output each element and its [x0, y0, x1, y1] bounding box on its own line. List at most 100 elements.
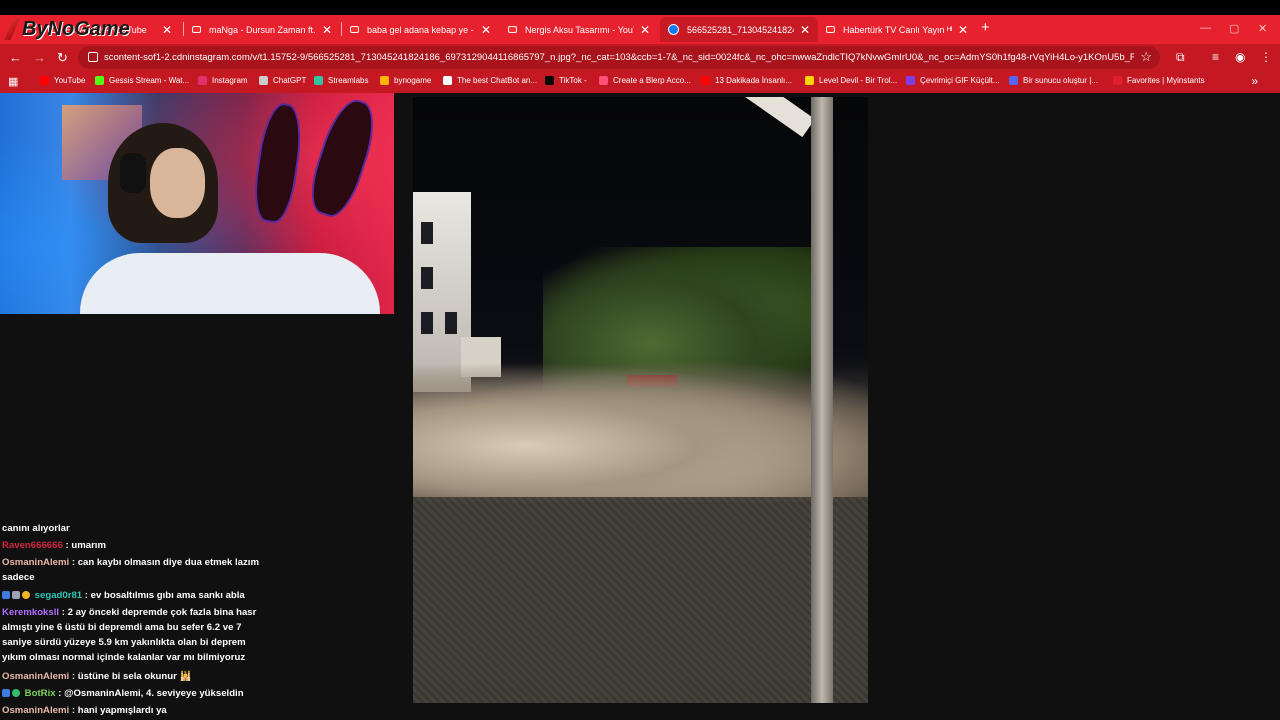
- headset: [120, 153, 146, 193]
- youtube-icon: [701, 76, 710, 85]
- bookmark-item[interactable]: Create a Blerp Acco...: [599, 76, 691, 85]
- site-info-icon[interactable]: [88, 52, 98, 62]
- chat-message: canını alıyorlar: [2, 521, 268, 536]
- profile-avatar-icon[interactable]: ◉: [1235, 50, 1245, 64]
- bookmark-label: The best ChatBot an...: [457, 76, 538, 85]
- bookmark-item[interactable]: Streamlabs: [314, 76, 368, 85]
- chat-text: : hani yapmışlardı ya: [69, 705, 167, 716]
- bookmark-item[interactable]: bynogame: [380, 76, 431, 85]
- youtube-icon: [192, 26, 201, 33]
- bookmark-item[interactable]: TikTok -: [545, 76, 587, 85]
- tab-3[interactable]: baba gel adana kebap ye - You ✕: [342, 17, 499, 42]
- menu-kebab-icon[interactable]: ⋮: [1260, 50, 1272, 64]
- tab-strip: ByNoGame Elif Ahurtı - YouTube ✕ maNga -…: [0, 0, 1280, 44]
- tab-5-active[interactable]: 566525281_713045241824186_ ✕: [660, 17, 818, 42]
- tab-title: 566525281_713045241824186_: [687, 24, 794, 35]
- chat-username: BotRix: [24, 688, 56, 699]
- game-icon: [805, 76, 814, 85]
- cobblestone-street: [413, 497, 868, 703]
- more-bookmarks-icon[interactable]: »: [1251, 74, 1258, 88]
- window-close-icon[interactable]: ✕: [1258, 22, 1267, 35]
- tab-4[interactable]: Nergis Aksu Tasarımı - YouTube ✕: [500, 17, 658, 42]
- tab-title: maNga - Dursun Zaman ft. Göl: [209, 24, 316, 35]
- chat-username: OsmaninAlemi: [2, 671, 70, 682]
- chat-username: Raven666666: [2, 540, 63, 551]
- bookmark-label: Favorites | Myinstants: [1127, 76, 1205, 85]
- maximize-icon[interactable]: ▢: [1229, 22, 1239, 35]
- bookmark-item[interactable]: The best ChatBot an...: [443, 76, 537, 85]
- youtube-icon: [826, 26, 835, 33]
- bookmark-label: Gessis Stream - Wat...: [109, 76, 190, 85]
- logo-mark-icon: [4, 18, 20, 40]
- tab-2[interactable]: maNga - Dursun Zaman ft. Göl ✕: [184, 17, 340, 42]
- bookmark-item[interactable]: Instagram: [198, 76, 248, 85]
- tab-6[interactable]: Habertürk TV Canlı Yayın ᴴᴰ - Yo ✕: [818, 17, 976, 42]
- badge-icon: [2, 591, 10, 599]
- close-icon[interactable]: ✕: [958, 23, 968, 37]
- chat-message: Keremkoksll : 2 ay önceki depremde çok f…: [2, 605, 268, 665]
- bookmark-item[interactable]: ChatGPT: [259, 76, 306, 85]
- back-icon[interactable]: ←: [9, 50, 22, 65]
- youtube-icon: [350, 26, 359, 33]
- bookmark-label: 13 Dakikada İnsanlı...: [715, 76, 792, 85]
- chat-message: Raven666666 : umarım: [2, 538, 268, 553]
- bookmark-star-icon[interactable]: ☆: [1140, 49, 1152, 65]
- chat-text: : üstüne bi sela okunur 🕌: [69, 671, 192, 682]
- bookmark-label: Level Devil - Bir Trol...: [819, 76, 898, 85]
- tab-title: Nergis Aksu Tasarımı - YouTube: [525, 24, 634, 35]
- streamlabs-icon: [314, 76, 323, 85]
- media-control-icon[interactable]: ≡: [1212, 50, 1219, 64]
- blerp-icon: [599, 76, 608, 85]
- bookmarks-bar: ▦ YouTube Gessis Stream - Wat... Instagram…: [0, 71, 1280, 93]
- collapsed-building-rubble: [413, 362, 868, 502]
- reload-icon[interactable]: ↻: [57, 50, 68, 66]
- apps-grid-icon[interactable]: ▦: [8, 75, 18, 88]
- stream-chat: canını alıyorlar Raven666666 : umarım Os…: [0, 506, 272, 720]
- address-bar[interactable]: scontent-sof1-2.cdninstagram.com/v/t1.15…: [78, 46, 1160, 69]
- tiktok-icon: [545, 76, 554, 85]
- sign-pole: [811, 97, 833, 703]
- bookmark-item[interactable]: Çevrimiçi GIF Küçült...: [906, 76, 1000, 85]
- stream-logo: ByNoGame: [4, 15, 130, 43]
- chat-text: : umarım: [62, 540, 106, 551]
- chat-text: : @OsmaninAlemi, 4. seviyeye yükseldin: [55, 688, 244, 699]
- chat-text: canını alıyorlar: [2, 523, 70, 534]
- logo-text: ByNoGame: [22, 17, 130, 40]
- forward-icon[interactable]: →: [33, 50, 46, 65]
- close-icon[interactable]: ✕: [162, 23, 172, 37]
- bookmark-item[interactable]: YouTube: [40, 76, 85, 85]
- bookmark-label: Streamlabs: [328, 76, 369, 85]
- tab-title: baba gel adana kebap ye - You: [367, 24, 475, 35]
- close-icon[interactable]: ✕: [640, 23, 650, 37]
- youtube-icon: [40, 76, 49, 85]
- bookmark-item[interactable]: Bir sunucu oluştur |...: [1009, 76, 1098, 85]
- bookmark-label: ChatGPT: [273, 76, 307, 85]
- bookmark-item[interactable]: Favorites | Myinstants: [1113, 76, 1205, 85]
- bookmark-label: Bir sunucu oluştur |...: [1023, 76, 1098, 85]
- badge-icon: [2, 689, 10, 697]
- extensions-icon[interactable]: ⧉: [1176, 50, 1185, 65]
- chat-message: segad0r81 : ev bosaltılmıs gıbı ama sank…: [2, 588, 268, 603]
- chat-message: OsmaninAlemi : hani yapmışlardı ya: [2, 703, 268, 718]
- chat-message: OsmaninAlemi : üstüne bi sela okunur 🕌: [2, 669, 268, 684]
- new-tab-icon[interactable]: +: [981, 19, 990, 36]
- youtube-icon: [508, 26, 517, 33]
- bookmark-label: Create a Blerp Acco...: [613, 76, 691, 85]
- chatbot-icon: [443, 76, 452, 85]
- bookmark-item[interactable]: 13 Dakikada İnsanlı...: [701, 76, 792, 85]
- close-icon[interactable]: ✕: [481, 23, 491, 37]
- kick-icon: [95, 76, 104, 85]
- badge-icon: [12, 591, 20, 599]
- screen: ByNoGame Elif Ahurtı - YouTube ✕ maNga -…: [0, 0, 1280, 720]
- street-sign: [745, 97, 815, 138]
- bookmark-item[interactable]: Level Devil - Bir Trol...: [805, 76, 897, 85]
- facebook-icon: [668, 24, 679, 35]
- bookmark-item[interactable]: Gessis Stream - Wat...: [95, 76, 189, 85]
- badge-icon: [22, 591, 30, 599]
- chat-text: : ev bosaltılmıs gıbı ama sankı abla: [82, 590, 245, 601]
- minimize-icon[interactable]: —: [1200, 22, 1211, 34]
- chat-username: OsmaninAlemi: [2, 705, 70, 716]
- url-text[interactable]: scontent-sof1-2.cdninstagram.com/v/t1.15…: [104, 52, 1134, 63]
- close-icon[interactable]: ✕: [800, 23, 810, 37]
- close-icon[interactable]: ✕: [322, 23, 332, 37]
